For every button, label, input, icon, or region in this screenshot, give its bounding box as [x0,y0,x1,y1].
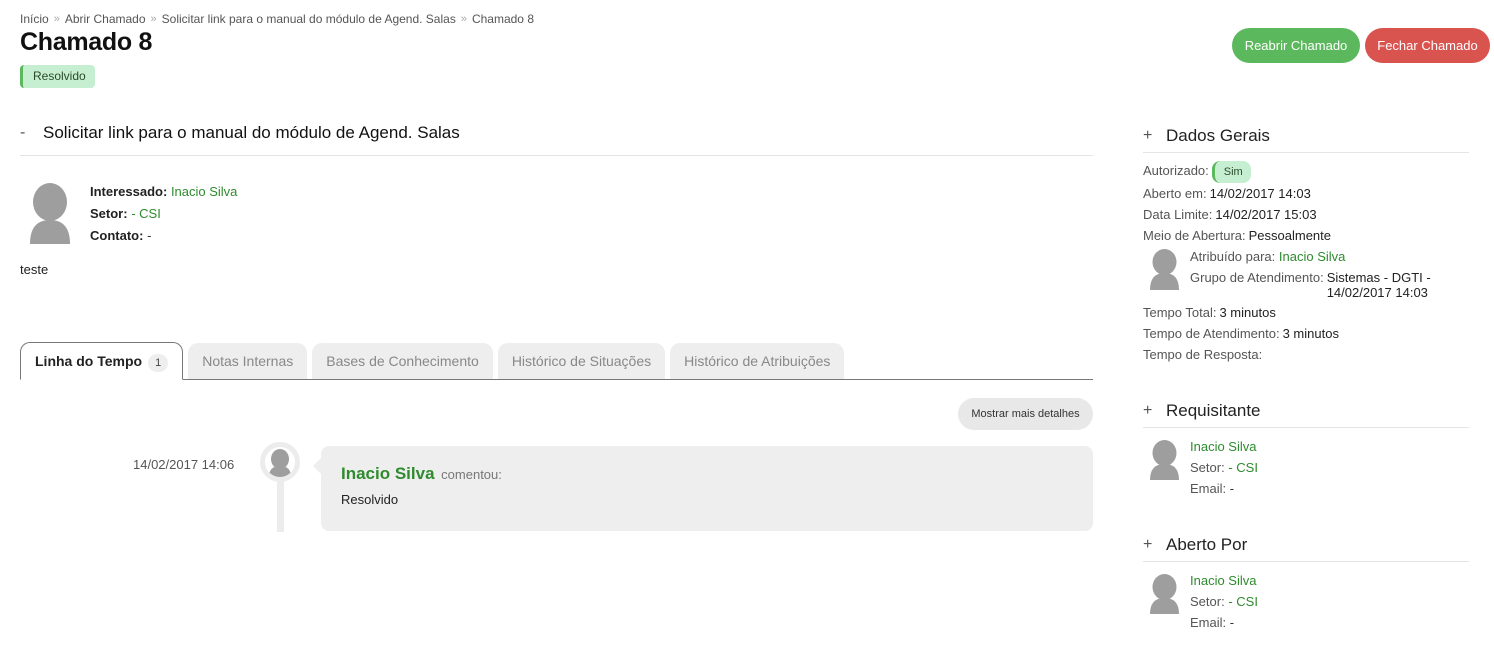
tab-assignment-history[interactable]: Histórico de Atribuições [670,343,845,379]
email-value: - [1229,615,1235,630]
breadcrumb-separator: » [460,13,467,25]
opened-by-name-link[interactable]: Inacio Silva [1190,573,1256,588]
ticket-description: teste [20,262,49,277]
user-silhouette-icon [1150,248,1179,290]
avatar [27,182,73,244]
requester-name-link[interactable]: Inacio Silva [1190,439,1256,454]
sector-label: Setor: [1190,460,1225,475]
user-silhouette-icon [30,183,70,244]
sector-link[interactable]: - CSI [1228,460,1258,475]
email-label: Email: [1190,615,1227,630]
service-time-value: 3 minutos [1282,325,1339,341]
authorized-badge: Sim [1211,160,1251,183]
sector-link[interactable]: - CSI [1228,594,1258,609]
reopen-ticket-button[interactable]: Reabrir Chamado [1232,28,1360,63]
user-silhouette-icon [1150,574,1179,614]
total-time-label: Tempo Total: [1143,304,1217,320]
total-time-value: 3 minutos [1219,304,1276,320]
assigned-label: Atribuído para: [1190,248,1276,264]
tab-label: Linha do Tempo [35,353,143,369]
opened-at-value: 14/02/2017 14:03 [1209,185,1311,201]
expand-toggle[interactable]: + [1143,402,1166,420]
response-time-label: Tempo de Resposta: [1143,346,1263,362]
tab-status-history[interactable]: Histórico de Situações [497,343,666,379]
section-title: Requisitante [1166,400,1261,420]
breadcrumb-separator: » [53,13,60,25]
timeline-avatar [260,442,300,482]
close-ticket-button[interactable]: Fechar Chamado [1365,28,1490,63]
authorized-label: Autorizado: [1143,163,1209,178]
channel-value: Pessoalmente [1248,227,1332,243]
interested-label: Interessado: [90,184,168,199]
group-value: Sistemas - DGTI - [1326,269,1431,285]
tab-timeline[interactable]: Linha do Tempo 1 [20,342,184,380]
comment-text: Resolvido [341,492,399,507]
breadcrumb-current: Chamado 8 [471,12,534,26]
sector-link[interactable]: - CSI [131,206,161,221]
timeline-comment: Inacio Silva comentou: Resolvido [313,446,1093,531]
timeline-date: 14/02/2017 14:06 [133,457,235,472]
sector-label: Setor: [1190,594,1225,609]
opened-by-section: + Aberto Por Inacio Silva Setor: - CSI E… [1143,528,1469,633]
channel-label: Meio de Abertura: [1143,227,1246,243]
email-value: - [1229,481,1235,496]
deadline-label: Data Limite: [1143,206,1213,222]
section-title: Aberto Por [1166,534,1248,554]
expand-toggle[interactable]: + [1143,536,1166,554]
comment-verb: comentou: [441,467,502,482]
deadline-value: 14/02/2017 15:03 [1215,206,1317,222]
ticket-subject: Solicitar link para o manual do módulo d… [43,122,460,142]
breadcrumb-home[interactable]: Início [20,12,49,26]
interested-link[interactable]: Inacio Silva [171,184,237,199]
avatar [1148,439,1181,480]
breadcrumb-open-ticket[interactable]: Abrir Chamado [65,12,146,26]
page-title: Chamado 8 [20,28,153,56]
email-label: Email: [1190,481,1227,496]
sector-label: Setor: [90,206,128,221]
tab-bar: Linha do Tempo 1 Notas Internas Bases de … [20,342,1093,380]
general-data-section: + Dados Gerais Autorizado: Sim Aberto em:… [1143,119,1469,365]
user-silhouette-icon [1150,440,1179,480]
avatar [1148,248,1181,290]
avatar [1148,573,1181,614]
breadcrumb-separator: » [150,13,157,25]
group-date: 14/02/2017 14:03 [1326,284,1428,300]
breadcrumb: Início » Abrir Chamado » Solicitar link … [20,12,534,26]
breadcrumb-service[interactable]: Solicitar link para o manual do módulo d… [162,12,456,26]
status-badge: Resolvido [20,65,95,88]
contact-label: Contato: [90,228,144,243]
assigned-link[interactable]: Inacio Silva [1279,249,1345,264]
show-more-details-button[interactable]: Mostrar mais detalhes [958,398,1093,430]
user-silhouette-icon [269,449,291,477]
group-label: Grupo de Atendimento: [1190,269,1324,285]
tab-count-badge: 1 [148,354,169,372]
service-time-label: Tempo de Atendimento: [1143,325,1280,341]
tab-internal-notes[interactable]: Notas Internas [188,343,308,379]
expand-toggle[interactable]: + [1143,127,1166,145]
opened-at-label: Aberto em: [1143,185,1207,201]
subject-header: - Solicitar link para o manual do módulo… [20,118,1093,156]
requester-info: Interessado: Inacio Silva Setor: - CSI C… [90,181,237,247]
collapse-toggle[interactable]: - [20,124,43,142]
contact-value: - [147,228,152,243]
comment-author-link[interactable]: Inacio Silva [341,464,435,483]
requester-section: + Requisitante Inacio Silva Setor: - CSI… [1143,394,1469,499]
section-title: Dados Gerais [1166,125,1270,145]
tab-knowledge-bases[interactable]: Bases de Conhecimento [312,343,493,379]
